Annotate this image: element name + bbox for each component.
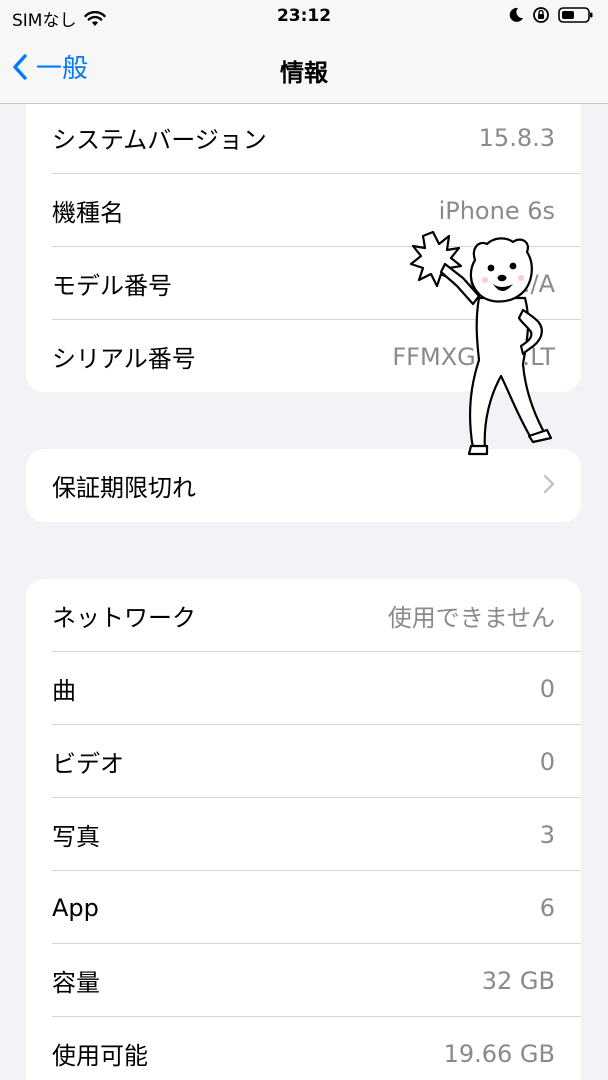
warranty-group: 保証期限切れ: [26, 449, 581, 522]
photos-row[interactable]: 写真 3: [26, 798, 581, 871]
row-value: 6: [539, 893, 555, 922]
row-label: 機種名: [52, 199, 124, 227]
moon-icon: [509, 7, 523, 22]
network-row[interactable]: ネットワーク 使用できません: [26, 579, 581, 652]
apps-row[interactable]: App 6: [26, 871, 581, 944]
row-label: ビデオ: [52, 750, 124, 778]
row-label: システムバージョン: [52, 126, 267, 154]
songs-row[interactable]: 曲 0: [26, 652, 581, 725]
available-row[interactable]: 使用可能 19.66 GB: [26, 1017, 581, 1080]
row-value: 32 GB: [481, 966, 555, 995]
row-value: 使用できません: [387, 604, 555, 632]
usage-group: ネットワーク 使用できません 曲 0 ビデオ 0 写真 3 App 6 容量 3…: [26, 579, 581, 1080]
row-label: App: [52, 893, 99, 922]
videos-row[interactable]: ビデオ 0: [26, 725, 581, 798]
system-version-row[interactable]: システムバージョン 15.8.3: [26, 101, 581, 174]
row-value: 0: [539, 674, 555, 703]
row-label: モデル番号: [52, 272, 172, 300]
row-label: シリアル番号: [52, 345, 196, 373]
row-label: 保証期限切れ: [52, 474, 196, 502]
battery-icon: [558, 7, 593, 23]
row-value: 0: [539, 747, 555, 776]
row-value: 15.8.3: [478, 123, 555, 152]
status-bar: SIMなし 23:12: [0, 0, 608, 34]
page-title: 情報: [280, 59, 328, 87]
row-label: 容量: [52, 969, 100, 997]
warranty-row[interactable]: 保証期限切れ: [26, 449, 581, 522]
row-label: 使用可能: [52, 1042, 148, 1070]
navigation-bar-overlay: 一般 情報: [0, 34, 608, 104]
row-value: 3: [539, 820, 555, 849]
row-value: iPhone 6s: [438, 196, 555, 225]
rotation-lock-icon: [533, 7, 549, 23]
capacity-row[interactable]: 容量 32 GB: [26, 944, 581, 1017]
bear-sticker-icon: [409, 230, 553, 456]
row-label: 曲: [52, 677, 76, 705]
row-label: ネットワーク: [52, 604, 196, 632]
chevron-right-icon: [543, 471, 555, 501]
row-label: 写真: [52, 823, 100, 851]
row-value: 19.66 GB: [443, 1039, 555, 1068]
status-right: [508, 6, 594, 24]
